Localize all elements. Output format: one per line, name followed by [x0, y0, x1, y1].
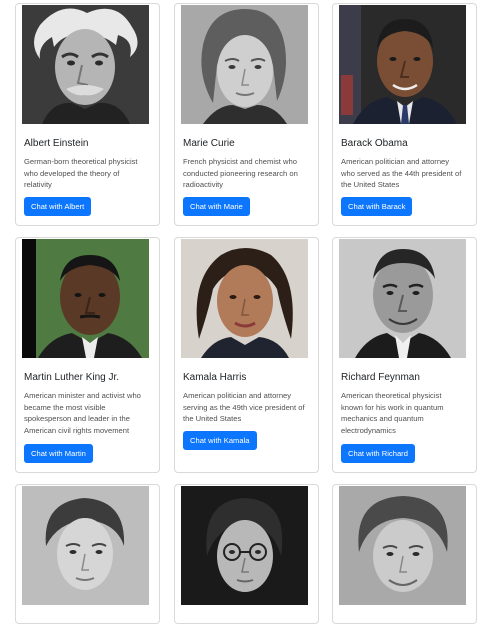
- persona-photo: [181, 5, 308, 124]
- persona-description: American politician and attorney who ser…: [341, 157, 462, 190]
- persona-description: American minister and activist who becam…: [24, 391, 141, 435]
- persona-description: American theoretical physicist known for…: [341, 391, 444, 435]
- persona-photo: [22, 5, 149, 124]
- chat-button[interactable]: Chat with Kamala: [183, 431, 257, 450]
- persona-photo: [181, 239, 308, 358]
- chat-button[interactable]: Chat with Martin: [24, 444, 93, 463]
- persona-description: French physicist and chemist who conduct…: [183, 157, 298, 190]
- persona-description: American politician and attorney serving…: [183, 391, 305, 424]
- persona-photo: [339, 486, 466, 605]
- persona-photo: [22, 486, 149, 605]
- persona-photo: [339, 5, 466, 124]
- persona-photo: [339, 239, 466, 358]
- persona-card: Marie Curie French physicist and chemist…: [174, 3, 319, 226]
- chat-button[interactable]: Chat with Albert: [24, 197, 92, 216]
- persona-card: Richard Feynman American theoretical phy…: [332, 237, 477, 473]
- persona-card: Albert Einstein German-born theoretical …: [15, 3, 160, 226]
- chat-button[interactable]: Chat with Richard: [341, 444, 415, 463]
- persona-grid: Albert Einstein German-born theoretical …: [0, 0, 491, 624]
- persona-photo: [181, 486, 308, 605]
- persona-name: Marie Curie: [183, 138, 235, 149]
- persona-name: Kamala Harris: [183, 372, 247, 383]
- persona-card: Kamala Harris American politician and at…: [174, 237, 319, 473]
- persona-photo: [22, 239, 149, 358]
- chat-button[interactable]: Chat with Marie: [183, 197, 250, 216]
- persona-name: Barack Obama: [341, 138, 408, 149]
- persona-card: Barack Obama American politician and att…: [332, 3, 477, 226]
- persona-card: Martin Luther King Jr. American minister…: [15, 237, 160, 473]
- persona-card: [15, 484, 160, 624]
- persona-name: Albert Einstein: [24, 138, 89, 149]
- persona-card: [174, 484, 319, 624]
- persona-name: Richard Feynman: [341, 372, 420, 383]
- persona-name: Martin Luther King Jr.: [24, 372, 120, 383]
- persona-description: German-born theoretical physicist who de…: [24, 157, 138, 190]
- chat-button[interactable]: Chat with Barack: [341, 197, 413, 216]
- persona-card: [332, 484, 477, 624]
